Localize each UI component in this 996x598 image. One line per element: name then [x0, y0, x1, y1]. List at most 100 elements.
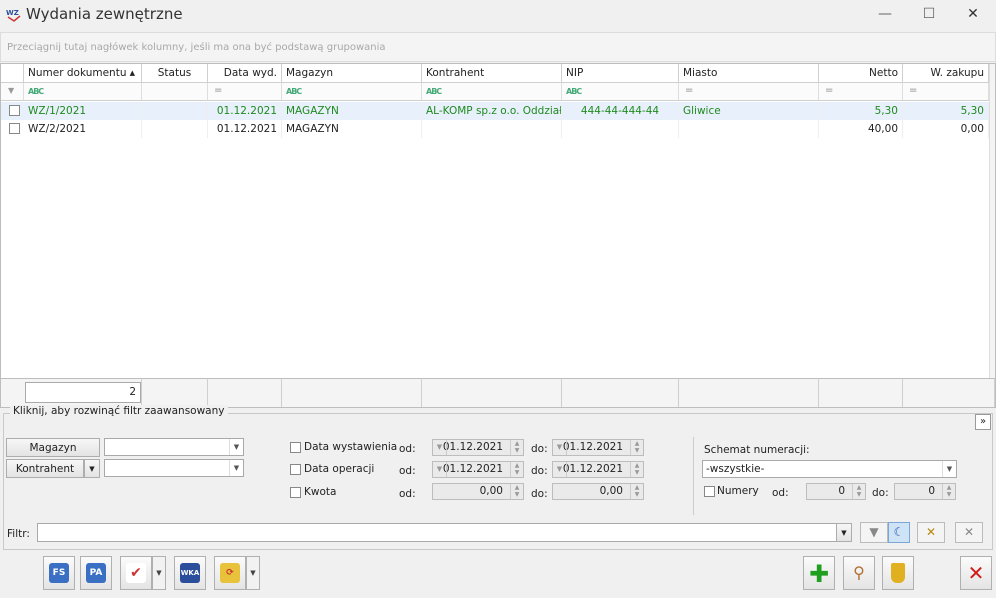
filter-cell-status[interactable] [142, 83, 208, 101]
filtr-dropdown-button[interactable]: ▼ [836, 523, 852, 542]
sort-ascending-icon: ▲ [129, 69, 135, 77]
header-nip[interactable]: NIP [562, 64, 679, 83]
filter-cell-numer[interactable]: ABC [24, 83, 142, 101]
spin-icon: ▲ ▼ [852, 484, 865, 499]
header-numer-dokumentu[interactable]: Numer dokumentu ▲ [24, 64, 142, 83]
do-label: do: [531, 488, 548, 500]
delete-button[interactable] [882, 556, 914, 590]
filter-cell-data[interactable]: = [208, 83, 282, 101]
footer-cell [679, 378, 819, 407]
data-operacji-do-field[interactable]: ▼ 01.12.2021 ▲ ▼ [552, 461, 644, 478]
kwota-checkbox[interactable] [290, 487, 301, 498]
advanced-filter-toggle[interactable]: Kliknij, aby rozwinąć filtr zaawansowany [10, 405, 228, 417]
magazyn-button[interactable]: Magazyn [6, 438, 100, 457]
wka-button[interactable]: WKA [174, 556, 206, 590]
minimize-button[interactable]: — [862, 0, 908, 30]
close-icon: ✕ [967, 561, 985, 585]
grouping-panel[interactable]: Przeciągnij tutaj nagłówek kolumny, jeśl… [0, 32, 996, 62]
do-label: do: [872, 487, 889, 499]
row-checkbox[interactable] [9, 105, 20, 116]
kontrahent-combo[interactable]: ▼ [104, 459, 244, 477]
numery-do-field[interactable]: 0 ▲ ▼ [894, 483, 956, 500]
data-wystawienia-do-field[interactable]: ▼ 01.12.2021 ▲ ▼ [552, 439, 644, 456]
kwota-od-field[interactable]: 0,00 ▲ ▼ [432, 483, 524, 500]
header-checkbox-column[interactable] [1, 64, 24, 83]
header-netto[interactable]: Netto [819, 64, 903, 83]
magazyn-combo[interactable]: ▼ [104, 438, 244, 456]
data-wystawienia-label: Data wystawienia [304, 441, 398, 453]
filtr-input[interactable] [37, 523, 852, 542]
data-wystawienia-od-field[interactable]: ▼ 01.12.2021 ▲ ▼ [432, 439, 524, 456]
spin-icon: ▲ ▼ [510, 462, 523, 477]
do-label: do: [531, 443, 548, 455]
abc-icon: ABC [28, 87, 44, 96]
kwota-label: Kwota [304, 486, 337, 498]
filter-cell-miasto[interactable]: = [679, 83, 819, 101]
convert-dropdown-button[interactable]: ▼ [246, 556, 260, 590]
svg-text:WZ: WZ [6, 9, 19, 17]
header-magazyn[interactable]: Magazyn [282, 64, 422, 83]
header-miasto[interactable]: Miasto [679, 64, 819, 83]
wz-app-icon: WZ [6, 6, 22, 22]
abc-icon: ABC [566, 87, 582, 96]
kwota-do-field[interactable]: 0,00 ▲ ▼ [552, 483, 644, 500]
cell-nip: 444-44-444-44 [562, 102, 679, 120]
spin-icon: ▲ ▼ [510, 484, 523, 499]
do-label: do: [531, 465, 548, 477]
kontrahent-dropdown-button[interactable]: ▼ [84, 459, 100, 478]
header-kontrahent[interactable]: Kontrahent [422, 64, 562, 83]
numery-label: Numery [717, 485, 759, 497]
header-label: Numer dokumentu [28, 67, 127, 79]
maximize-button[interactable]: ☐ [906, 0, 952, 30]
filter-cell-zakup[interactable]: = [903, 83, 989, 101]
numery-od-field[interactable]: 0 ▲ ▼ [806, 483, 866, 500]
grouping-hint: Przeciągnij tutaj nagłówek kolumny, jeśl… [7, 42, 386, 53]
footer-cell [282, 378, 422, 407]
filter-icon[interactable]: ▼ [860, 522, 888, 543]
footer-cell [142, 378, 208, 407]
filter-cell-nip[interactable]: ABC [562, 83, 679, 101]
footer-cell [208, 378, 282, 407]
equals-icon: = [685, 85, 694, 96]
filter-cell-kontrahent[interactable]: ABC [422, 83, 562, 101]
filter-cell-magazyn[interactable]: ABC [282, 83, 422, 101]
add-button[interactable]: ✚ [803, 556, 835, 590]
documents-grid: Numer dokumentu ▲ Status Data wyd. Magazy… [0, 63, 996, 408]
cell-miasto: Gliwice [679, 102, 819, 120]
vertical-scrollbar[interactable] [989, 64, 995, 378]
row-checkbox[interactable] [9, 123, 20, 134]
cell-netto: 5,30 [819, 102, 903, 120]
cell-numer: WZ/1/2021 [24, 102, 142, 120]
data-wystawienia-checkbox[interactable] [290, 442, 301, 453]
data-operacji-checkbox[interactable] [290, 464, 301, 475]
convert-button[interactable]: ⟳ [214, 556, 246, 590]
pa-button[interactable]: PA [80, 556, 112, 590]
spin-icon: ▲ ▼ [630, 462, 643, 477]
header-status[interactable]: Status [142, 64, 208, 83]
edit-button[interactable]: ⚲ [843, 556, 875, 590]
numery-checkbox[interactable] [704, 486, 715, 497]
approve-dropdown-button[interactable]: ▼ [152, 556, 166, 590]
close-button[interactable]: ✕ [960, 556, 992, 590]
header-data-wyd[interactable]: Data wyd. [208, 64, 282, 83]
cell-magazyn: MAGAZYN [282, 120, 422, 138]
schemat-combo[interactable]: -wszystkie- ▼ [702, 460, 957, 478]
header-w-zakupu[interactable]: W. zakupu [903, 64, 989, 83]
approve-button[interactable]: ✔ [120, 556, 152, 590]
filter-cell-netto[interactable]: = [819, 83, 903, 101]
table-row[interactable]: WZ/2/2021 01.12.2021 MAGAZYN 40,00 0,00 [1, 120, 989, 138]
equals-icon: = [825, 85, 834, 96]
kontrahent-button[interactable]: Kontrahent [6, 459, 84, 478]
chevron-down-icon: ▼ [229, 460, 243, 476]
table-row[interactable]: WZ/1/2021 01.12.2021 MAGAZYN AL-KOMP sp.… [1, 102, 989, 120]
close-window-button[interactable]: ✕ [950, 0, 996, 30]
filter-clear-icon[interactable]: ✕ [917, 522, 945, 543]
fs-button[interactable]: FS [43, 556, 75, 590]
filter-remove-icon[interactable]: ✕ [955, 522, 983, 543]
collapse-chevron-icon[interactable]: » [975, 414, 991, 430]
chevron-down-icon: ▼ [229, 439, 243, 455]
wka-icon: WKA [180, 563, 200, 583]
chevron-down-icon: ▼ [553, 462, 567, 477]
moon-filter-icon[interactable]: ☾ [888, 522, 910, 543]
data-operacji-od-field[interactable]: ▼ 01.12.2021 ▲ ▼ [432, 461, 524, 478]
